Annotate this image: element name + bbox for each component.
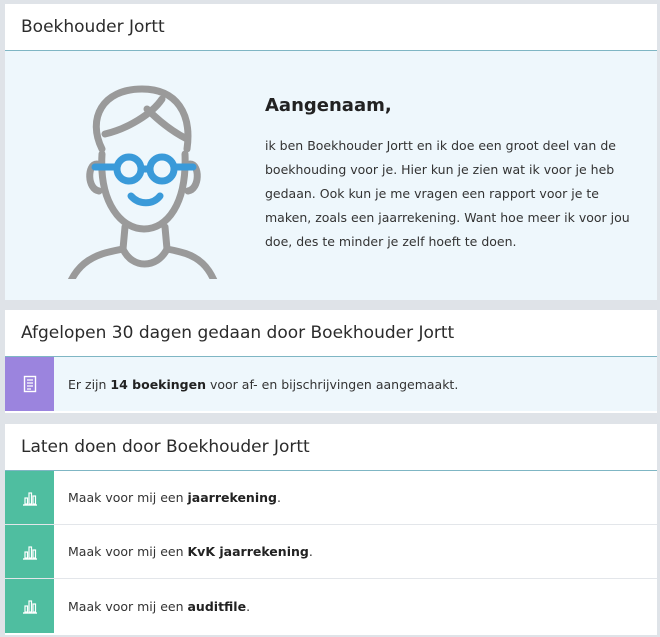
activity-item-suffix: voor af- en bijschrijvingen aangemaakt. xyxy=(206,376,459,392)
bar-chart-icon xyxy=(5,525,54,578)
task-item-label: Maak voor mij een auditfile. xyxy=(54,599,250,614)
intro-panel-body: Aangenaam, ik ben Boekhouder Jortt en ik… xyxy=(5,51,657,323)
task-item-suffix: . xyxy=(246,598,251,614)
task-item-jaarrekening[interactable]: Maak voor mij een jaarrekening. xyxy=(5,471,657,525)
task-item-label: Maak voor mij een KvK jaarrekening. xyxy=(54,544,313,559)
task-item-suffix: . xyxy=(276,490,281,505)
task-item-prefix: Maak voor mij een xyxy=(68,598,188,614)
bookkeeper-avatar-icon xyxy=(47,79,227,323)
task-item-label: Maak voor mij een jaarrekening. xyxy=(54,490,281,505)
intro-paragraph: ik ben Boekhouder Jortt en ik doe een gr… xyxy=(265,138,630,249)
task-item-prefix: Maak voor mij een xyxy=(68,490,188,505)
task-item-auditfile[interactable]: Maak voor mij een auditfile. xyxy=(5,579,657,633)
activity-item-text: Er zijn 14 boekingen voor af- en bijschr… xyxy=(54,377,458,392)
task-item-kvk-jaarrekening[interactable]: Maak voor mij een KvK jaarrekening. xyxy=(5,525,657,579)
bar-chart-icon xyxy=(5,471,54,524)
task-item-suffix: . xyxy=(308,544,313,559)
tasks-panel-title: Laten doen door Boekhouder Jortt xyxy=(5,424,657,471)
bar-chart-icon xyxy=(5,579,54,633)
intro-panel-title: Boekhouder Jortt xyxy=(5,4,657,51)
activity-panel: Afgelopen 30 dagen gedaan door Boekhoude… xyxy=(5,310,657,413)
intro-text-block: Aangenaam, ik ben Boekhouder Jortt en ik… xyxy=(265,95,637,254)
intro-greeting: Aangenaam, xyxy=(265,95,392,116)
intro-panel: Boekhouder Jortt Aangenaam, ik ben Boekh… xyxy=(5,4,657,323)
task-item-strong: KvK jaarrekening xyxy=(187,544,309,559)
activity-item: Er zijn 14 boekingen voor af- en bijschr… xyxy=(5,357,657,411)
task-item-strong: jaarrekening xyxy=(187,490,277,505)
task-item-prefix: Maak voor mij een xyxy=(68,544,188,559)
receipt-icon xyxy=(5,357,54,411)
activity-item-prefix: Er zijn xyxy=(68,376,111,392)
tasks-panel: Laten doen door Boekhouder Jortt Maak vo… xyxy=(5,424,657,635)
task-item-strong: auditfile xyxy=(187,598,247,614)
activity-panel-title: Afgelopen 30 dagen gedaan door Boekhoude… xyxy=(5,310,657,357)
activity-item-count: 14 boekingen xyxy=(110,376,207,392)
